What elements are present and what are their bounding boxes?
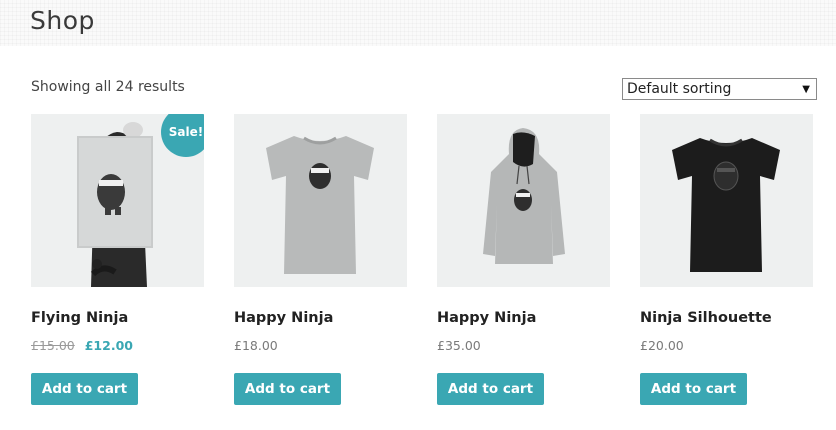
price-value: £18.00 xyxy=(234,338,278,353)
sale-price: £12.00 xyxy=(84,338,133,353)
price-value: £20.00 xyxy=(640,338,684,353)
add-to-cart-button[interactable]: Add to cart xyxy=(31,373,138,405)
product-card: Ninja Silhouette £20.00 Add to cart xyxy=(640,114,813,405)
product-image[interactable] xyxy=(234,114,407,287)
product-image[interactable] xyxy=(640,114,813,287)
product-title[interactable]: Ninja Silhouette xyxy=(640,310,772,326)
result-count: Showing all 24 results xyxy=(31,79,185,95)
page-title: Shop xyxy=(30,6,95,35)
sorting-selected-value: Default sorting xyxy=(627,81,732,97)
product-card: Happy Ninja £35.00 Add to cart xyxy=(437,114,610,405)
add-to-cart-button[interactable]: Add to cart xyxy=(640,373,747,405)
grey-tshirt-icon xyxy=(234,114,407,287)
sorting-select[interactable]: Default sorting ▼ xyxy=(622,78,817,100)
dropdown-arrow-icon: ▼ xyxy=(802,84,810,95)
product-title[interactable]: Happy Ninja xyxy=(234,310,333,326)
product-card: Happy Ninja £18.00 Add to cart xyxy=(234,114,407,405)
original-price: £15.00 xyxy=(31,338,75,353)
product-title[interactable]: Happy Ninja xyxy=(437,310,536,326)
price-value: £35.00 xyxy=(437,338,481,353)
product-price: £20.00 xyxy=(640,338,684,353)
product-price: £15.00 £12.00 xyxy=(31,338,133,353)
grey-hoodie-icon xyxy=(437,114,610,287)
page-header: Shop xyxy=(0,0,836,46)
product-card: Sale! Flying Ninja £15.00 £12.00 Add to … xyxy=(31,114,204,405)
black-tshirt-icon xyxy=(640,114,813,287)
product-price: £18.00 xyxy=(234,338,278,353)
add-to-cart-button[interactable]: Add to cart xyxy=(234,373,341,405)
product-price: £35.00 xyxy=(437,338,481,353)
product-image[interactable] xyxy=(437,114,610,287)
product-title[interactable]: Flying Ninja xyxy=(31,310,128,326)
product-image[interactable]: Sale! xyxy=(31,114,204,287)
add-to-cart-button[interactable]: Add to cart xyxy=(437,373,544,405)
